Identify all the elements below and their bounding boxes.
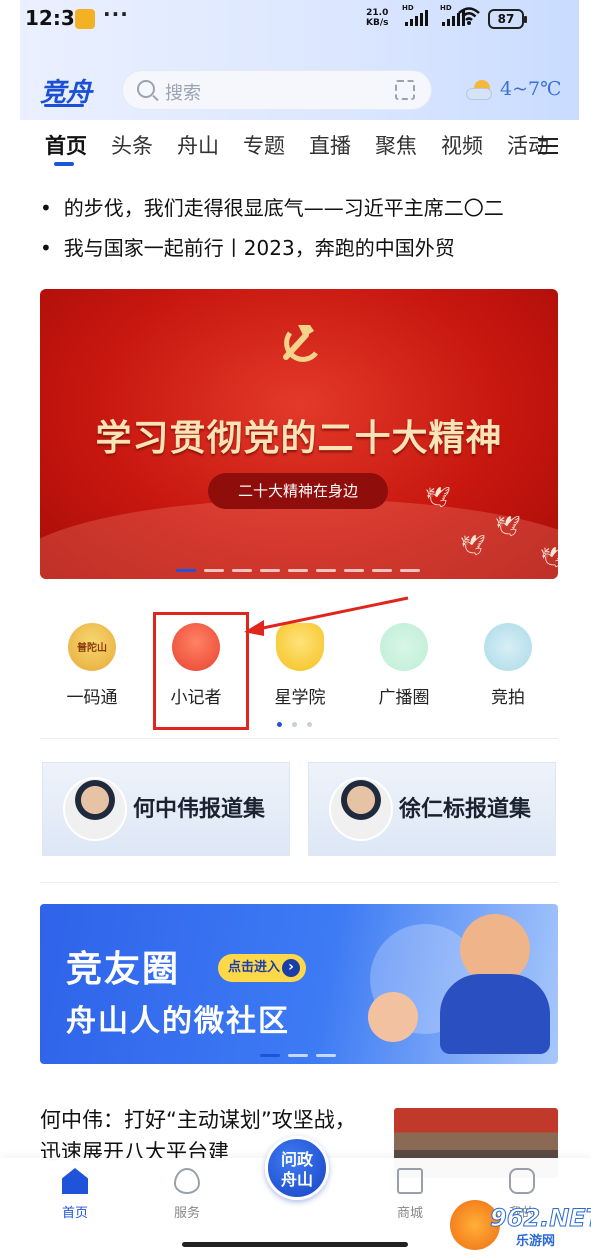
- hero-banner[interactable]: 学习贯彻党的二十大精神 二十大精神在身边 🕊 🕊 🕊 🕊: [40, 289, 558, 579]
- tab-zhoushan[interactable]: 舟山: [172, 130, 224, 166]
- report-collection-card[interactable]: 徐仁标报道集: [308, 762, 556, 856]
- promo-subtitle: 舟山人的微社区: [66, 1004, 290, 1039]
- tab-home[interactable]: 首页: [40, 130, 92, 166]
- heart-icon: [174, 1168, 200, 1194]
- channel-menu-icon[interactable]: [538, 138, 558, 154]
- logo-swoosh: [44, 104, 84, 107]
- scan-icon[interactable]: [395, 80, 415, 100]
- network-speed: 21.0 KB/s: [366, 8, 388, 28]
- center-label-line1: 问政: [280, 1150, 313, 1169]
- annotation-arrow-icon: [244, 596, 409, 636]
- nav-label: 服务: [173, 1206, 200, 1221]
- nav-home[interactable]: 首页: [35, 1168, 115, 1221]
- shortcut-label: 竞拍: [491, 688, 525, 708]
- notification-app-icon: [75, 9, 95, 29]
- shortcut-label: 星学院: [274, 688, 326, 708]
- dove-icon: 🕊: [425, 485, 451, 509]
- watermark-text: 962.NET: [489, 1204, 591, 1233]
- wifi-icon: [457, 6, 481, 31]
- dove-icon: 🕊: [495, 514, 521, 538]
- tab-focus[interactable]: 聚焦: [370, 130, 422, 166]
- community-promo-banner[interactable]: 竞友圈 点击进入 舟山人的微社区: [40, 904, 558, 1064]
- highlight-annotation-box: [153, 612, 249, 730]
- report-title: 何中伟报道集: [133, 796, 266, 822]
- section-divider: [40, 882, 558, 883]
- nav-label: 首页: [61, 1206, 88, 1221]
- tab-headlines[interactable]: 头条: [106, 130, 158, 166]
- person-illustration: [368, 992, 418, 1042]
- dove-icon: 🕊: [460, 533, 486, 557]
- headline-list: 的步伐，我们走得很显底气——习近平主席二〇二 我与国家一起前行丨2023，奔跑的…: [40, 188, 560, 268]
- avatar: [63, 777, 127, 841]
- net-speed-unit: KB/s: [366, 18, 389, 28]
- more-notifications-icon: ···: [103, 2, 129, 26]
- nav-services[interactable]: 服务: [147, 1168, 227, 1221]
- nav-mall[interactable]: 商城: [370, 1168, 450, 1221]
- headline-item[interactable]: 我与国家一起前行丨2023，奔跑的中国外贸: [40, 228, 560, 268]
- auction-icon: [484, 623, 532, 671]
- ask-government-button[interactable]: 问政 舟山: [265, 1136, 329, 1200]
- report-title: 徐仁标报道集: [399, 796, 532, 822]
- banner-title: 学习贯彻党的二十大精神: [95, 417, 503, 459]
- banner-subtitle: 二十大精神在身边: [208, 473, 388, 509]
- promo-pagination: [260, 1054, 336, 1057]
- bag-icon: [397, 1168, 423, 1194]
- promo-title: 竞友圈: [66, 948, 181, 990]
- tab-live[interactable]: 直播: [304, 130, 356, 166]
- watermark-subtext: 乐游网: [516, 1234, 556, 1249]
- weather-partly-cloudy-icon: [466, 80, 494, 100]
- center-label-line2: 舟山: [280, 1170, 313, 1189]
- headline-item[interactable]: 的步伐，我们走得很显底气——习近平主席二〇二: [40, 188, 560, 228]
- weather-temperature[interactable]: 4~7℃: [500, 78, 561, 100]
- chat-icon: [509, 1168, 535, 1194]
- search-bar[interactable]: 搜索: [122, 70, 432, 110]
- search-icon: [137, 80, 155, 98]
- person-body-illustration: [440, 974, 550, 1054]
- nav-label: 商城: [396, 1206, 423, 1221]
- tab-video[interactable]: 视频: [436, 130, 488, 166]
- shortcut-label: 广播圈: [378, 688, 430, 708]
- channel-tabs: 首页 头条 舟山 专题 直播 聚焦 视频 活动: [40, 130, 560, 170]
- home-icon: [62, 1168, 88, 1194]
- avatar: [329, 777, 393, 841]
- enter-button[interactable]: 点击进入: [218, 954, 306, 982]
- shortcut-pagination: [277, 722, 312, 727]
- shortcut-label: 一码通: [66, 688, 118, 708]
- home-indicator[interactable]: [182, 1242, 408, 1247]
- putuoshan-icon: 普陀山: [68, 623, 116, 671]
- signal-1-icon: [405, 10, 428, 26]
- dove-icon: 🕊: [540, 545, 558, 569]
- site-watermark: 962.NET 乐游网: [450, 1200, 591, 1250]
- banner-pagination: [176, 569, 420, 572]
- shortcut-auction[interactable]: 竞拍: [456, 615, 560, 715]
- battery-indicator: 87: [488, 9, 527, 29]
- search-placeholder: 搜索: [165, 83, 201, 104]
- section-divider: [40, 738, 558, 739]
- net-speed-value: 21.0: [366, 8, 389, 18]
- report-collection-card[interactable]: 何中伟报道集: [42, 762, 290, 856]
- hammer-sickle-icon: [283, 325, 318, 362]
- shortcut-yimatong[interactable]: 普陀山 一码通: [40, 615, 144, 715]
- tab-topics[interactable]: 专题: [238, 130, 290, 166]
